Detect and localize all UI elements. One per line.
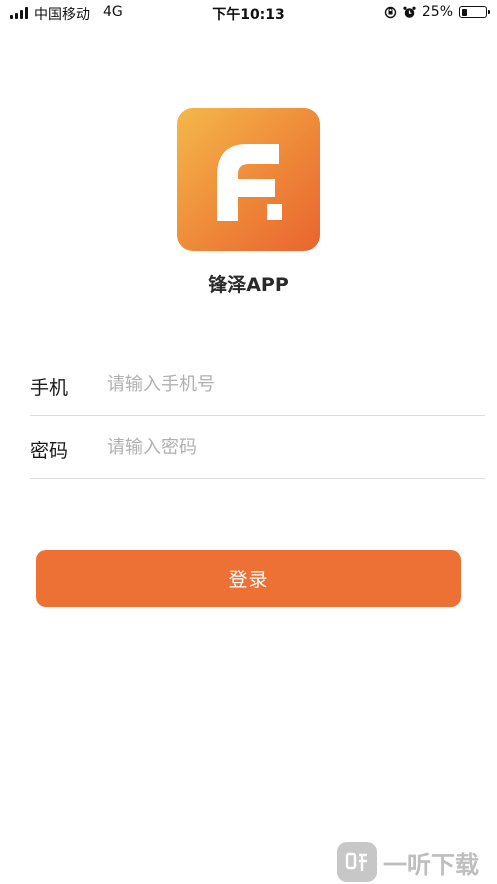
- watermark-text: 一听下载: [383, 850, 479, 879]
- alarm-clock-icon: [403, 6, 416, 19]
- rotation-lock-icon: [384, 6, 397, 19]
- battery-icon: [459, 6, 490, 18]
- password-row: 密码: [30, 416, 485, 479]
- login-button[interactable]: 登录: [36, 550, 461, 607]
- app-name: 锋泽APP: [208, 274, 289, 296]
- phone-input[interactable]: [107, 369, 467, 399]
- phone-row: 手机: [30, 353, 485, 416]
- battery-percentage: 25%: [421, 4, 453, 20]
- watermark: 一听下载: [337, 840, 479, 884]
- phone-label: 手机: [30, 377, 69, 399]
- password-input[interactable]: [107, 432, 467, 462]
- battery-level-fill: [461, 8, 467, 16]
- watermark-logo-icon: [337, 842, 377, 882]
- f-logo-icon: [217, 144, 282, 221]
- status-indicators: 25%: [384, 4, 490, 20]
- password-label: 密码: [30, 440, 69, 462]
- app-logo: [177, 108, 320, 251]
- status-bar: 中国移动 4G 下午10:13 25%: [0, 0, 497, 26]
